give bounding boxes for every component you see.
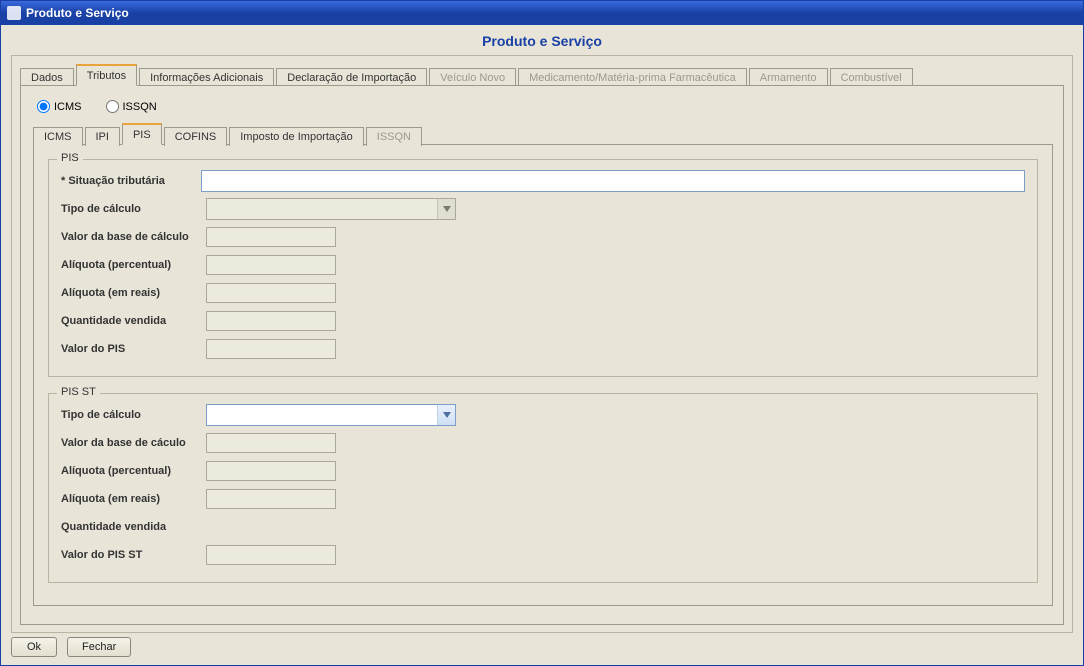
tab-body-tributos: ICMS ISSQN ICMS IPI PIS COFINS Imposto d… xyxy=(20,85,1064,625)
combo-situacao-tributaria[interactable] xyxy=(201,170,1025,192)
panel-title: Produto e Serviço xyxy=(1,25,1083,55)
lbl-st-aliquota-percentual: Alíquota (percentual) xyxy=(61,465,206,477)
ok-button[interactable]: Ok xyxy=(11,637,57,657)
lbl-st-tipo-calculo: Tipo de cálculo xyxy=(61,409,206,421)
subtab-issqn: ISSQN xyxy=(366,127,422,146)
input-valor-pis[interactable] xyxy=(206,339,336,359)
radio-issqn[interactable]: ISSQN xyxy=(106,100,157,113)
input-aliquota-percentual[interactable] xyxy=(206,255,336,275)
window-title: Produto e Serviço xyxy=(26,6,129,20)
chevron-down-icon xyxy=(437,405,455,425)
combo-st-tipo-calculo[interactable] xyxy=(206,404,456,426)
lbl-st-aliquota-reais: Alíquota (em reais) xyxy=(61,493,206,505)
legend-pis-st: PIS ST xyxy=(57,386,100,398)
subtab-imposto-importacao[interactable]: Imposto de Importação xyxy=(229,127,364,146)
lbl-aliquota-reais: Alíquota (em reais) xyxy=(61,287,206,299)
subtab-body-pis: PIS * Situação tributária Tipo de cálcul… xyxy=(33,144,1053,606)
lbl-st-valor-pis-st: Valor do PIS ST xyxy=(61,549,206,561)
input-aliquota-reais[interactable] xyxy=(206,283,336,303)
main-tabstrip: Dados Tributos Informações Adicionais De… xyxy=(20,64,1064,86)
input-st-aliquota-reais[interactable] xyxy=(206,489,336,509)
input-st-valor-pis-st[interactable] xyxy=(206,545,336,565)
app-window: Produto e Serviço Produto e Serviço Dado… xyxy=(0,0,1084,666)
subtab-pis[interactable]: PIS xyxy=(122,123,162,145)
tax-type-radios: ICMS ISSQN xyxy=(33,96,1053,123)
fechar-button[interactable]: Fechar xyxy=(67,637,131,657)
lbl-valor-pis: Valor do PIS xyxy=(61,343,206,355)
lbl-quantidade-vendida: Quantidade vendida xyxy=(61,315,206,327)
radio-icms[interactable]: ICMS xyxy=(37,100,82,113)
subtab-cofins[interactable]: COFINS xyxy=(164,127,228,146)
lbl-situacao-tributaria: * Situação tributária xyxy=(61,175,201,187)
lbl-valor-base: Valor da base de cálculo xyxy=(61,231,206,243)
radio-issqn-label: ISSQN xyxy=(123,101,157,113)
input-st-valor-base[interactable] xyxy=(206,433,336,453)
lbl-tipo-calculo: Tipo de cálculo xyxy=(61,203,206,215)
fieldset-pis-st: PIS ST Tipo de cálculo Valor da base de … xyxy=(48,393,1038,583)
outer-panel: Dados Tributos Informações Adicionais De… xyxy=(11,55,1073,633)
legend-pis: PIS xyxy=(57,152,83,164)
radio-issqn-input[interactable] xyxy=(106,100,119,113)
radio-icms-input[interactable] xyxy=(37,100,50,113)
fieldset-pis: PIS * Situação tributária Tipo de cálcul… xyxy=(48,159,1038,377)
lbl-st-valor-base: Valor da base de cáculo xyxy=(61,437,206,449)
button-bar: Ok Fechar xyxy=(11,637,131,657)
input-st-aliquota-percentual[interactable] xyxy=(206,461,336,481)
input-valor-base[interactable] xyxy=(206,227,336,247)
subtab-icms[interactable]: ICMS xyxy=(33,127,83,146)
app-icon xyxy=(7,6,21,20)
subtab-ipi[interactable]: IPI xyxy=(85,127,120,146)
sub-tabstrip: ICMS IPI PIS COFINS Imposto de Importaçã… xyxy=(33,123,1053,145)
input-quantidade-vendida[interactable] xyxy=(206,311,336,331)
chevron-down-icon xyxy=(437,199,455,219)
titlebar: Produto e Serviço xyxy=(1,1,1083,25)
radio-icms-label: ICMS xyxy=(54,101,82,113)
lbl-st-quantidade-vendida: Quantidade vendida xyxy=(61,521,206,533)
lbl-aliquota-percentual: Alíquota (percentual) xyxy=(61,259,206,271)
tab-tributos[interactable]: Tributos xyxy=(76,64,137,86)
combo-tipo-calculo[interactable] xyxy=(206,198,456,220)
